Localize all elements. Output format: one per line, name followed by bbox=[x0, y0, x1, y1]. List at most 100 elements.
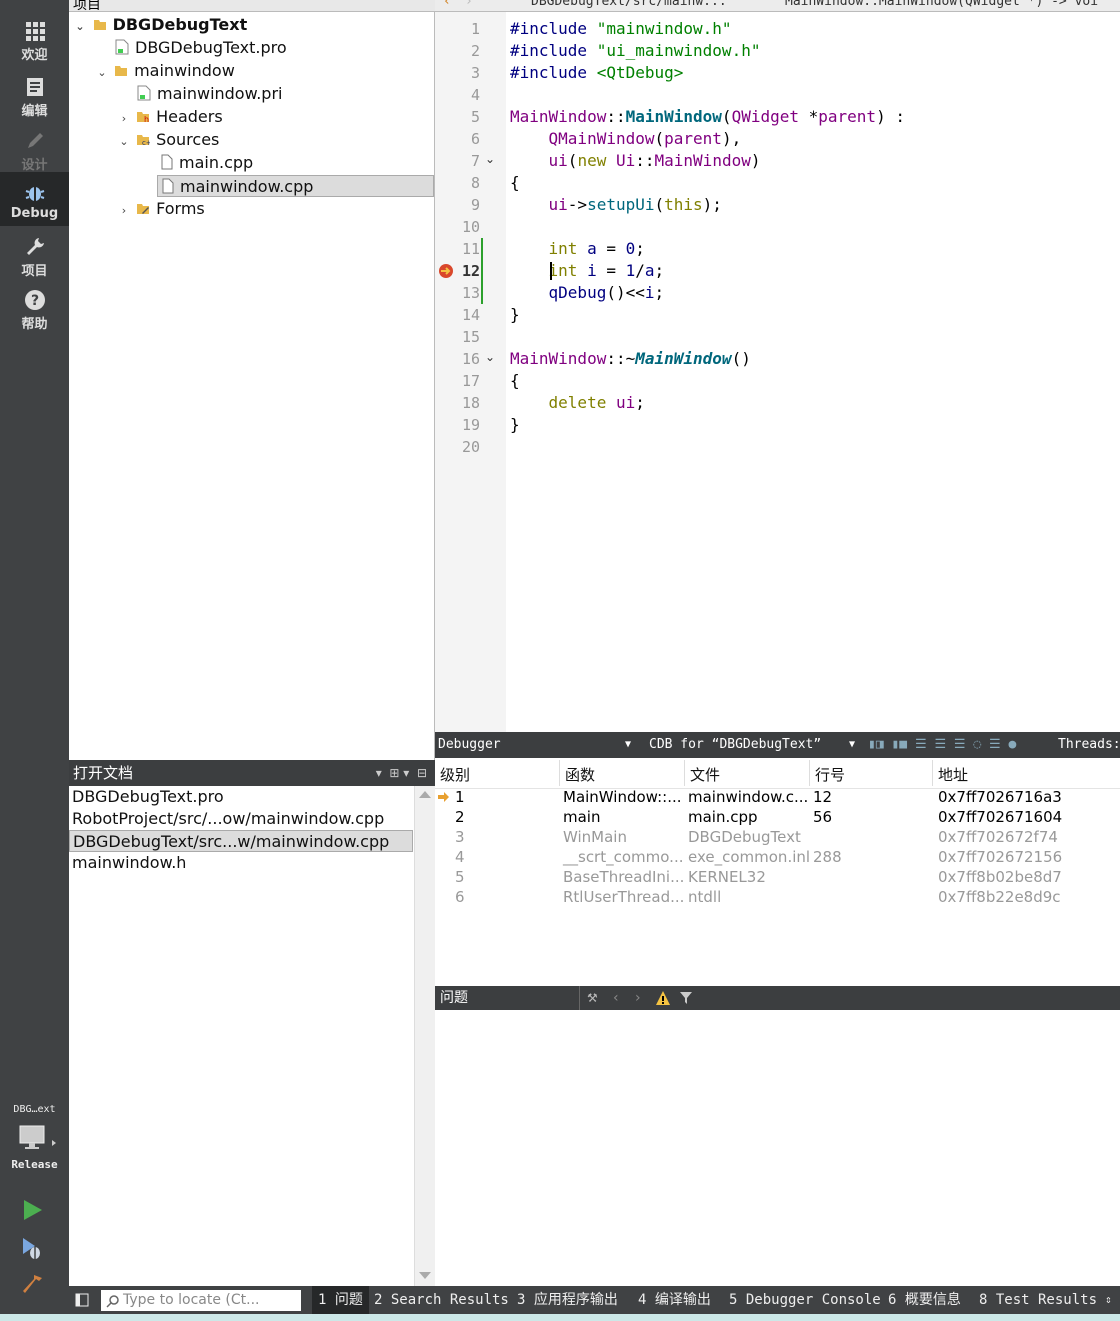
chevron-right-icon[interactable]: › bbox=[117, 108, 131, 130]
frame-level[interactable]: 2 bbox=[455, 807, 465, 827]
back-arrow-icon[interactable]: ‹ bbox=[443, 0, 451, 9]
output-tab-debugger-console[interactable]: 5 Debugger Console bbox=[729, 1286, 881, 1314]
locator-input[interactable]: Type to locate (Ct... bbox=[101, 1290, 301, 1311]
scroll-up-icon[interactable] bbox=[419, 790, 431, 798]
breakpoint-marker-icon[interactable] bbox=[438, 263, 454, 279]
frame-line[interactable]: 56 bbox=[813, 807, 832, 827]
frame-address[interactable]: 0x7ff702672156 bbox=[938, 847, 1062, 867]
line-number: 20 bbox=[461, 438, 480, 456]
frame-level[interactable]: 3 bbox=[455, 827, 465, 847]
frame-function[interactable]: RtlUserThread... bbox=[563, 887, 684, 907]
fold-chevron-icon[interactable]: ⌄ bbox=[485, 350, 495, 364]
chevron-right-icon[interactable]: › bbox=[117, 200, 131, 222]
column-header-address[interactable]: 地址 bbox=[938, 764, 968, 785]
open-doc-item[interactable]: DBGDebugText.pro bbox=[69, 786, 413, 808]
frame-function[interactable]: BaseThreadIni... bbox=[563, 867, 684, 887]
column-divider bbox=[932, 760, 933, 786]
toggle-sidebar-icon[interactable] bbox=[75, 1293, 89, 1307]
frame-function[interactable]: __scrt_commo... bbox=[563, 847, 683, 867]
column-header-line[interactable]: 行号 bbox=[815, 764, 845, 785]
more-tabs-icon[interactable]: ⇕ bbox=[1105, 1286, 1112, 1314]
filter-icon[interactable] bbox=[679, 991, 693, 1005]
output-pane-bar: Type to locate (Ct... 1 问题 2 Search Resu… bbox=[69, 1286, 1120, 1314]
debug-run-icon[interactable] bbox=[21, 1236, 45, 1262]
frame-address[interactable]: 0x7ff7026716a3 bbox=[938, 787, 1062, 807]
mode-projects[interactable]: 项目 bbox=[0, 236, 69, 288]
tree-item-mainwindow-folder[interactable]: ⌄ mainwindow bbox=[95, 60, 234, 84]
frame-line[interactable]: 288 bbox=[813, 847, 842, 867]
column-header-level[interactable]: 级别 bbox=[440, 764, 470, 785]
frame-address[interactable]: 0x7ff8b22e8d9c bbox=[938, 887, 1061, 907]
column-header-function[interactable]: 函数 bbox=[565, 764, 595, 785]
dropdown-arrow-icon[interactable]: ▼ bbox=[849, 732, 855, 758]
prev-item-icon[interactable]: ‹ bbox=[613, 986, 619, 1010]
frame-level[interactable]: 5 bbox=[455, 867, 465, 887]
frame-line[interactable]: 12 bbox=[813, 787, 832, 807]
scroll-down-icon[interactable] bbox=[419, 1272, 431, 1280]
frame-address[interactable]: 0x7ff8b02be8d7 bbox=[938, 867, 1062, 887]
output-tab-issues[interactable]: 1 问题 bbox=[312, 1286, 369, 1314]
mode-edit[interactable]: 编辑 bbox=[0, 76, 69, 128]
open-doc-item[interactable]: RobotProject/src/...ow/mainwindow.cpp bbox=[69, 808, 413, 830]
frame-address[interactable]: 0x7ff702672f74 bbox=[938, 827, 1058, 847]
open-doc-item[interactable]: DBGDebugText/src...w/mainwindow.cpp bbox=[69, 830, 413, 852]
tree-item-sources[interactable]: ⌄ c+ Sources bbox=[117, 129, 219, 151]
mode-welcome-label: 欢迎 bbox=[21, 48, 48, 63]
warning-filter-icon[interactable] bbox=[655, 990, 671, 1006]
frame-file[interactable]: mainwindow.c... bbox=[688, 787, 808, 807]
frame-file[interactable]: KERNEL32 bbox=[688, 867, 766, 887]
frame-file[interactable]: DBGDebugText bbox=[688, 827, 801, 847]
output-tab-test-results[interactable]: 8 Test Results bbox=[979, 1286, 1097, 1314]
output-tab-compile[interactable]: 4 编译输出 bbox=[638, 1286, 711, 1314]
forward-arrow-icon[interactable]: › bbox=[465, 0, 473, 9]
output-tab-app-output[interactable]: 3 应用程序输出 bbox=[517, 1286, 618, 1314]
open-doc-item[interactable]: mainwindow.h bbox=[69, 852, 413, 874]
tree-item-label: Sources bbox=[156, 130, 220, 149]
line-number: 8 bbox=[470, 174, 480, 192]
clean-icon[interactable]: ⚒ bbox=[587, 986, 598, 1010]
debug-step-icons[interactable]: ▮◨ ▮■ ☰ ☰ ☰ ◌ ☰ ● bbox=[868, 732, 1016, 758]
chevron-down-icon[interactable]: ⌄ bbox=[117, 131, 131, 153]
output-tab-summary[interactable]: 6 概要信息 bbox=[888, 1286, 961, 1314]
mode-debug[interactable]: Debug bbox=[0, 172, 69, 226]
monitor-icon[interactable] bbox=[18, 1124, 58, 1154]
frame-level[interactable]: 6 bbox=[455, 887, 465, 907]
line-number: 5 bbox=[470, 108, 480, 126]
mode-welcome[interactable]: 欢迎 bbox=[0, 20, 69, 72]
tree-item-pri-file[interactable]: mainwindow.pri bbox=[137, 83, 282, 105]
mode-help[interactable]: ? 帮助 bbox=[0, 289, 69, 341]
editor-file-path[interactable]: DBGDebugText/src/mainw... bbox=[531, 0, 727, 9]
debugger-perspective-label[interactable]: Debugger bbox=[438, 732, 501, 758]
column-header-file[interactable]: 文件 bbox=[690, 764, 720, 785]
editor-symbol[interactable]: MainWindow::MainWindow(QWidget *) -> voi bbox=[785, 0, 1098, 9]
open-documents-scrollbar[interactable] bbox=[414, 786, 435, 1286]
line-number: 10 bbox=[461, 218, 480, 236]
line-number: 11 bbox=[461, 240, 480, 258]
chevron-down-icon[interactable]: ⌄ bbox=[95, 62, 109, 84]
frame-function[interactable]: WinMain bbox=[563, 827, 627, 847]
chevron-down-icon[interactable]: ⌄ bbox=[73, 16, 87, 38]
run-icon[interactable] bbox=[21, 1198, 45, 1222]
frame-level[interactable]: 1 bbox=[455, 787, 465, 807]
frame-function[interactable]: MainWindow::... bbox=[563, 787, 682, 807]
dropdown-arrow-icon[interactable]: ▼ bbox=[625, 732, 631, 758]
frame-function[interactable]: main bbox=[563, 807, 600, 827]
tree-item-mainwindow-cpp[interactable]: mainwindow.cpp bbox=[157, 175, 434, 197]
code-editor[interactable]: #include "mainwindow.h" #include "ui_mai… bbox=[506, 12, 1120, 732]
tree-item-pro-file[interactable]: DBGDebugText.pro bbox=[115, 37, 287, 59]
build-hammer-icon[interactable] bbox=[21, 1272, 45, 1296]
next-item-icon[interactable]: › bbox=[635, 986, 641, 1010]
fold-chevron-icon[interactable]: ⌄ bbox=[485, 152, 495, 166]
tree-item-headers[interactable]: › h Headers bbox=[117, 106, 223, 128]
frame-level[interactable]: 4 bbox=[455, 847, 465, 867]
tree-item-forms[interactable]: › Forms bbox=[117, 198, 205, 220]
panel-tools[interactable]: ▾ ⊞ ▾ ⊟ bbox=[376, 760, 427, 786]
frame-file[interactable]: main.cpp bbox=[688, 807, 758, 827]
output-tab-search[interactable]: 2 Search Results bbox=[374, 1286, 509, 1314]
frame-file[interactable]: ntdll bbox=[688, 887, 721, 907]
tree-item-main-cpp[interactable]: main.cpp bbox=[159, 152, 253, 174]
tree-item-project[interactable]: ⌄ DBGDebugText bbox=[73, 14, 247, 36]
debugger-engine-label[interactable]: CDB for “DBGDebugText” bbox=[649, 732, 821, 758]
frame-file[interactable]: exe_common.inl bbox=[688, 847, 810, 867]
frame-address[interactable]: 0x7ff702671604 bbox=[938, 807, 1062, 827]
